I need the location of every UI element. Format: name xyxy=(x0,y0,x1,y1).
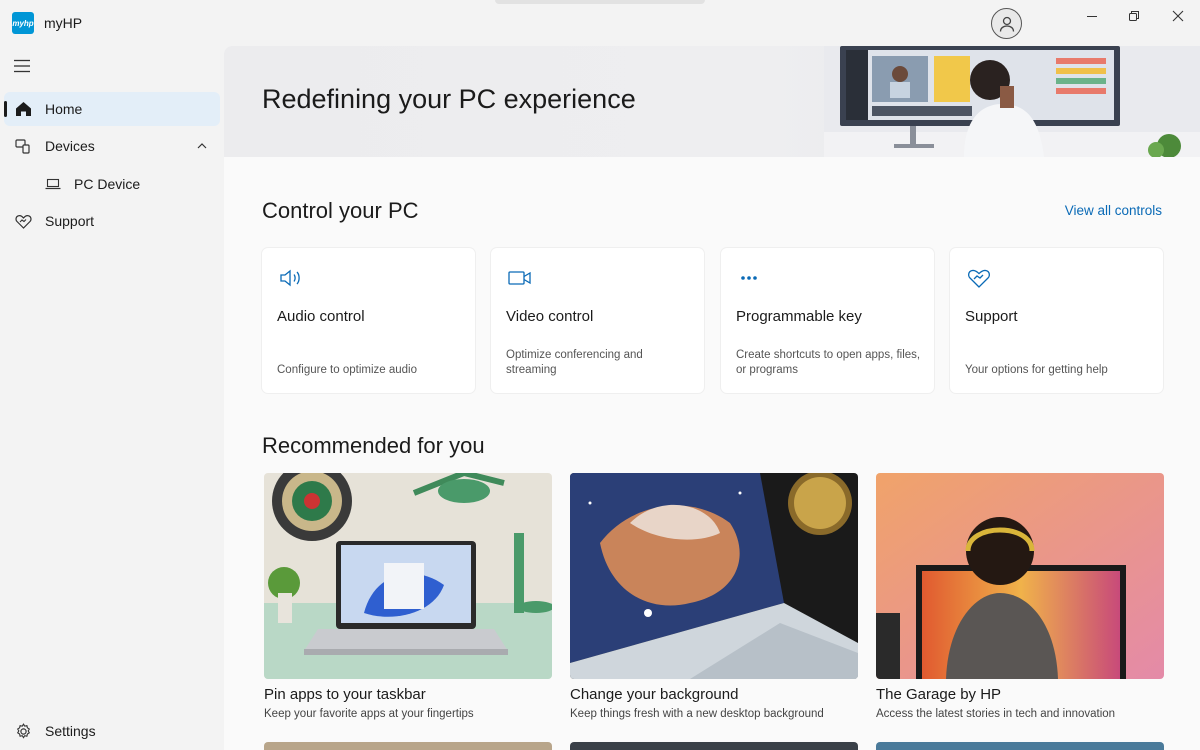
title-bar: myhp myHP xyxy=(0,0,1200,46)
recommended-card-background[interactable]: Change your background Keep things fresh… xyxy=(570,473,858,720)
card-title: Audio control xyxy=(277,308,365,325)
minimize-icon xyxy=(1087,16,1097,17)
minimize-button[interactable] xyxy=(1070,0,1114,32)
active-indicator xyxy=(4,101,7,117)
audio-control-card[interactable]: Audio control Configure to optimize audi… xyxy=(262,248,475,393)
garage-image xyxy=(876,473,1164,679)
gear-icon xyxy=(14,722,32,740)
home-icon xyxy=(14,100,32,118)
support-card[interactable]: Support Your options for getting help xyxy=(950,248,1163,393)
main-content: Redefining your PC experience Control yo… xyxy=(224,46,1200,750)
menu-toggle-button[interactable] xyxy=(12,58,32,74)
more-dots-icon xyxy=(741,276,757,280)
video-control-card[interactable]: Video control Optimize conferencing and … xyxy=(491,248,704,393)
app-title: myHP xyxy=(44,15,83,31)
sidebar-item-home[interactable]: Home xyxy=(4,92,220,126)
support-heart-icon xyxy=(968,269,990,288)
laptop-icon xyxy=(44,175,62,193)
hamburger-icon xyxy=(14,59,30,73)
card-title: Support xyxy=(965,308,1018,325)
sidebar-item-settings[interactable]: Settings xyxy=(4,714,220,748)
speaker-icon xyxy=(280,269,300,287)
title-bar-grip xyxy=(495,0,705,4)
recommended-card-next-2[interactable] xyxy=(570,742,858,750)
hero-title: Redefining your PC experience xyxy=(262,84,636,114)
control-section-title: Control your PC xyxy=(262,198,419,223)
sidebar-item-label: PC Device xyxy=(74,176,141,192)
pin-apps-image xyxy=(264,473,552,679)
devices-icon xyxy=(14,137,32,155)
restore-button[interactable] xyxy=(1112,0,1156,32)
sidebar-item-label: Devices xyxy=(45,138,95,154)
card-description: Optimize conferencing and streaming xyxy=(506,349,643,376)
myhp-logo: myhp xyxy=(12,12,34,34)
sidebar-item-pc-device[interactable]: PC Device xyxy=(4,167,220,201)
recommended-description: Access the latest stories in tech and in… xyxy=(876,708,1116,720)
recommended-card-next-3[interactable] xyxy=(876,742,1164,750)
hero-banner: Redefining your PC experience xyxy=(224,46,1200,157)
card-title: Programmable key xyxy=(736,308,862,325)
close-icon xyxy=(1172,10,1184,22)
card-title: Video control xyxy=(506,308,594,325)
recommended-section-title: Recommended for you xyxy=(262,433,485,458)
recommended-card-garage[interactable]: The Garage by HP Access the latest stori… xyxy=(876,473,1164,720)
view-all-controls-link[interactable]: View all controls xyxy=(1065,203,1162,218)
chevron-up-icon[interactable] xyxy=(196,140,208,152)
recommended-title: The Garage by HP xyxy=(876,686,1002,703)
recommended-description: Keep things fresh with a new desktop bac… xyxy=(570,708,824,720)
programmable-key-card[interactable]: Programmable key Create shortcuts to ope… xyxy=(721,248,934,393)
card-description: Configure to optimize audio xyxy=(277,364,417,376)
recommended-card-pin-apps[interactable]: Pin apps to your taskbar Keep your favor… xyxy=(264,473,552,720)
hero-image xyxy=(824,46,1200,157)
account-avatar-button[interactable] xyxy=(991,8,1022,39)
sidebar-item-devices[interactable]: Devices xyxy=(4,129,220,163)
card-description: Your options for getting help xyxy=(965,364,1108,376)
user-icon xyxy=(999,16,1014,32)
card-description: Create shortcuts to open apps, files, or… xyxy=(736,349,921,376)
support-heart-icon xyxy=(14,212,32,230)
sidebar-item-support[interactable]: Support xyxy=(4,204,220,238)
sidebar: Home Devices PC Device Support Settings xyxy=(0,46,224,750)
sidebar-item-label: Home xyxy=(45,101,83,117)
recommended-description: Keep your favorite apps at your fingerti… xyxy=(264,708,474,720)
sidebar-item-label: Settings xyxy=(45,723,96,739)
background-image xyxy=(570,473,858,679)
restore-icon xyxy=(1129,11,1139,21)
sidebar-item-label: Support xyxy=(45,213,95,229)
close-button[interactable] xyxy=(1156,0,1200,32)
recommended-title: Pin apps to your taskbar xyxy=(264,686,426,703)
video-camera-icon xyxy=(508,271,531,285)
recommended-card-next-1[interactable] xyxy=(264,742,552,750)
recommended-title: Change your background xyxy=(570,686,739,703)
